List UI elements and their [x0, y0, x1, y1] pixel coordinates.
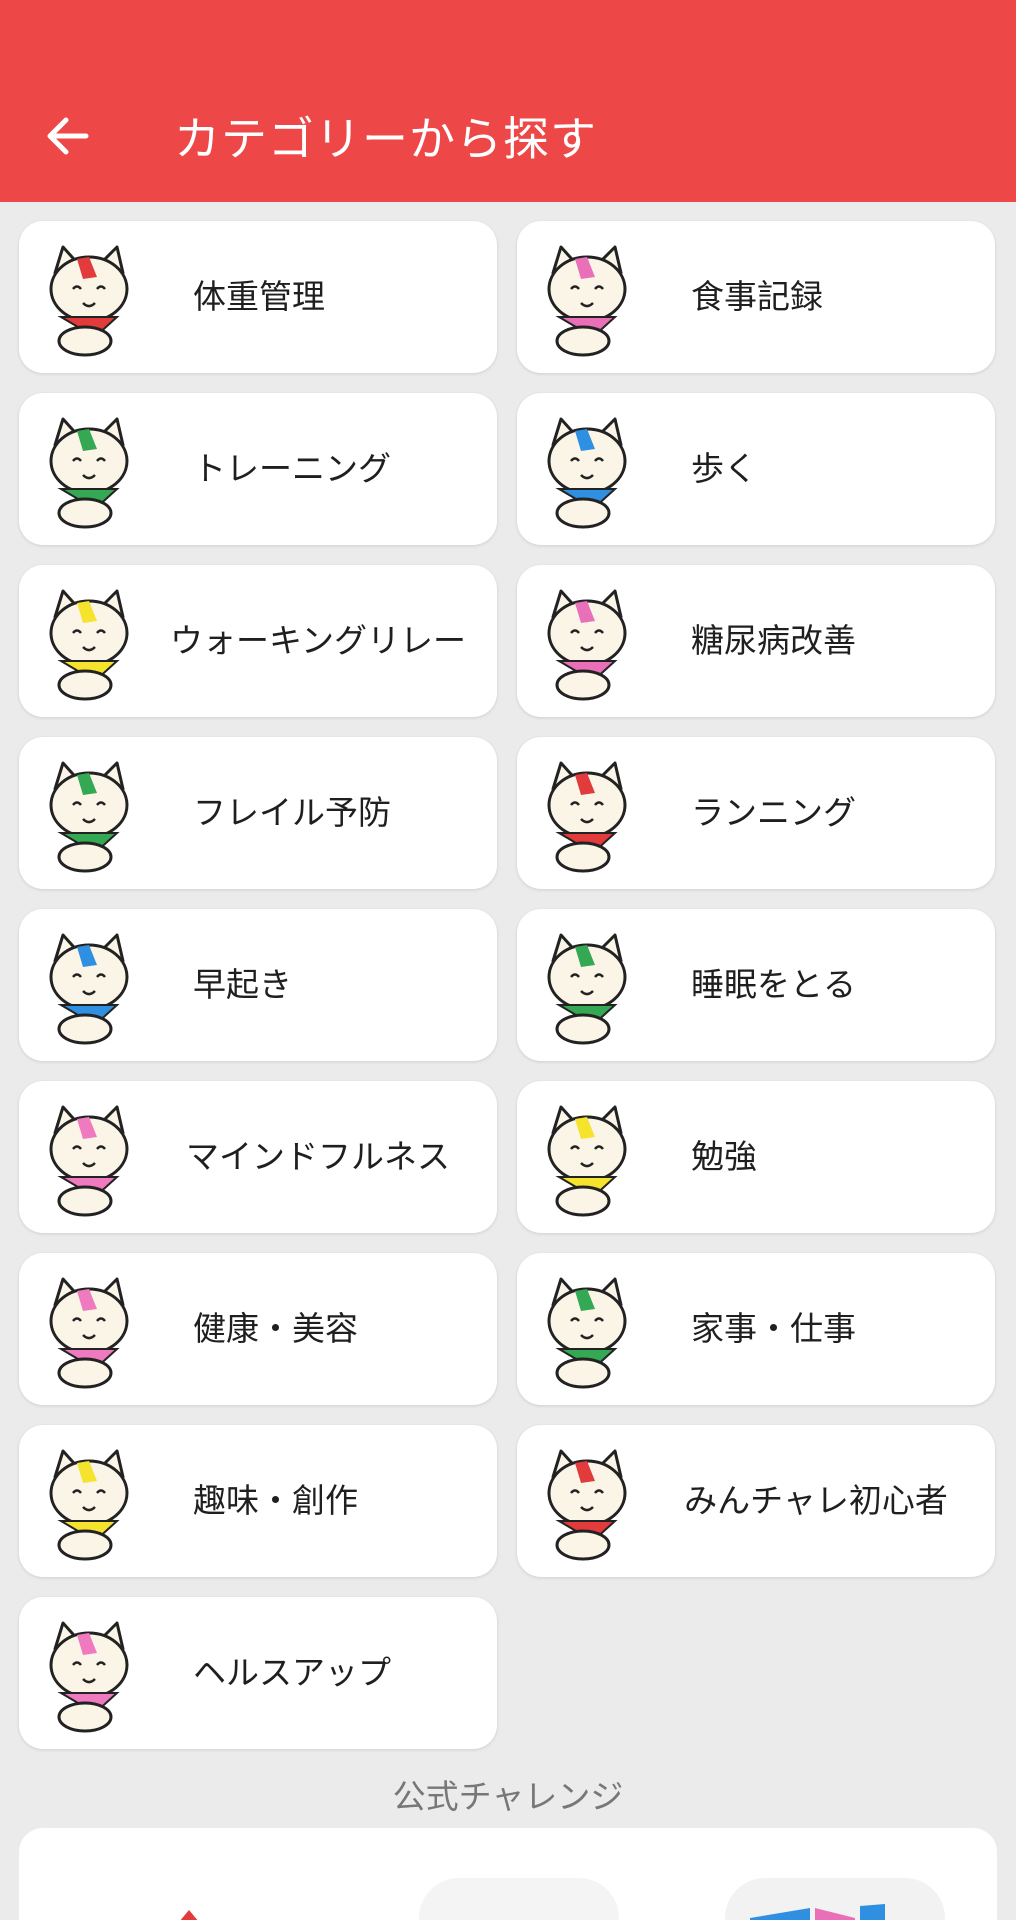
category-card[interactable]: ヘルスアップ	[19, 1597, 497, 1749]
category-card[interactable]: 歩く	[517, 393, 995, 545]
cat-mascot-icon	[517, 565, 657, 717]
category-label: 歩く	[691, 449, 757, 488]
official-challenges-heading: 公式チャレンジ	[392, 1777, 624, 1816]
category-label: 勉強	[691, 1137, 757, 1176]
cat-mascot-icon	[517, 1253, 657, 1405]
category-card[interactable]: 家事・仕事	[517, 1253, 995, 1405]
category-label: フレイル予防	[193, 793, 391, 832]
category-card[interactable]: ランニング	[517, 737, 995, 889]
cat-mascot-icon	[19, 737, 159, 889]
category-card[interactable]: 健康・美容	[19, 1253, 497, 1405]
cat-mascot-icon	[19, 221, 159, 373]
category-label: 趣味・創作	[193, 1481, 358, 1520]
category-card[interactable]: フレイル予防	[19, 737, 497, 889]
category-card[interactable]: 勉強	[517, 1081, 995, 1233]
category-label: 家事・仕事	[691, 1309, 856, 1348]
cat-mascot-icon	[517, 1425, 657, 1577]
cat-mascot-icon	[517, 221, 657, 373]
cat-mascot-icon	[19, 909, 159, 1061]
category-grid: 体重管理 食事記録トレーニング 歩くウォーキングリレー 糖尿病改善フレイル予防 ランニン…	[19, 221, 997, 1749]
cat-mascot-icon	[517, 1081, 657, 1233]
category-label: 食事記録	[691, 277, 823, 316]
category-label: 体重管理	[193, 277, 325, 316]
category-card[interactable]: マインドフルネス	[19, 1081, 497, 1233]
category-card[interactable]: トレーニング	[19, 393, 497, 545]
category-label: トレーニング	[193, 449, 391, 488]
arrow-left-icon	[47, 117, 89, 155]
cat-mascot-icon	[517, 909, 657, 1061]
category-label: 早起き	[193, 965, 292, 1004]
page-title: カテゴリーから探す	[174, 112, 597, 166]
official-logo-badge	[419, 1878, 619, 1920]
cat-mascot-icon	[517, 737, 657, 889]
category-card[interactable]: 体重管理	[19, 221, 497, 373]
cat-mascot-icon	[517, 393, 657, 545]
category-card[interactable]: みんチャレ初心者	[517, 1425, 995, 1577]
category-label: 糖尿病改善	[691, 621, 856, 660]
category-card[interactable]: 食事記録	[517, 221, 995, 373]
category-label: みんチャレ初心者	[684, 1481, 948, 1520]
category-card[interactable]: 趣味・創作	[19, 1425, 497, 1577]
official-logo-badge	[725, 1878, 945, 1920]
cat-mascot-icon	[19, 1425, 159, 1577]
app-bar: カテゴリーから探す	[0, 0, 1016, 202]
category-card[interactable]: 睡眠をとる	[517, 909, 995, 1061]
category-card[interactable]: 糖尿病改善	[517, 565, 995, 717]
category-label: ランニング	[691, 793, 856, 832]
category-card[interactable]: 早起き	[19, 909, 497, 1061]
cat-mascot-icon	[19, 565, 159, 717]
cat-mascot-icon	[19, 393, 159, 545]
category-label: 健康・美容	[193, 1309, 358, 1348]
cat-mascot-icon	[19, 1081, 159, 1233]
official-logo-icon	[750, 1904, 885, 1920]
back-button[interactable]	[36, 104, 100, 168]
category-card[interactable]: ウォーキングリレー	[19, 565, 497, 717]
category-label: ヘルスアップ	[193, 1653, 391, 1692]
category-label: マインドフルネス	[186, 1137, 450, 1176]
official-challenges-card[interactable]	[19, 1828, 997, 1920]
official-logo-icon	[180, 1910, 198, 1920]
cat-mascot-icon	[19, 1597, 159, 1749]
cat-mascot-icon	[19, 1253, 159, 1405]
category-label: ウォーキングリレー	[169, 621, 466, 660]
category-label: 睡眠をとる	[691, 965, 856, 1004]
